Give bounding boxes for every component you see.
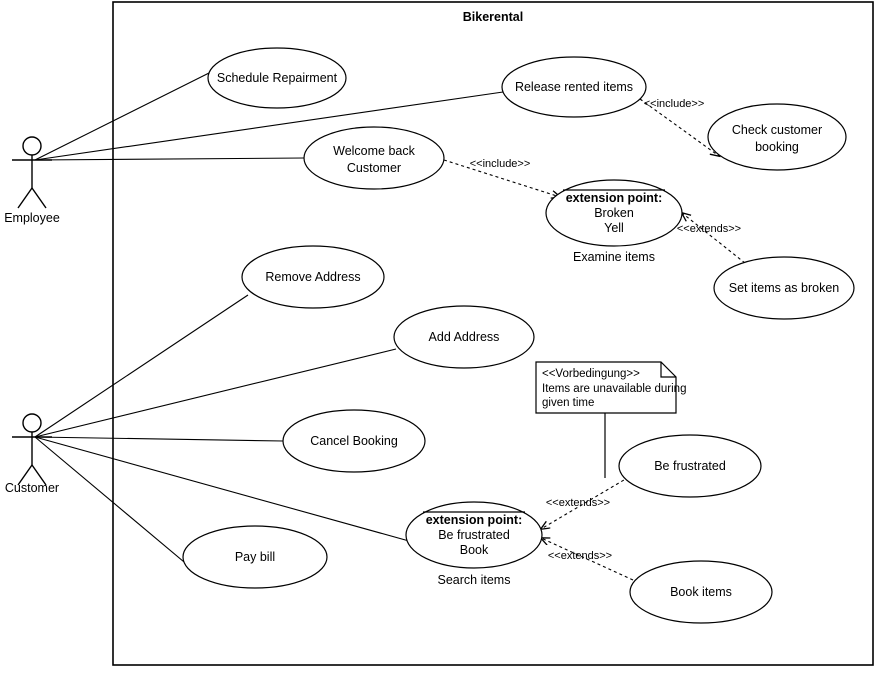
use-case-label-line1: Check customer: [732, 123, 822, 137]
actor-label: Employee: [4, 211, 60, 225]
use-case-label: Add Address: [429, 330, 500, 344]
dependency-set-broken-to-examine-items: [682, 213, 746, 264]
use-case-label: Cancel Booking: [310, 434, 398, 448]
use-case-label-line2: booking: [755, 140, 799, 154]
actor-head-icon: [22, 413, 42, 433]
use-case-welcome-back-customer[interactable]: Welcome back Customer: [303, 126, 445, 190]
use-case-name-label: Examine items: [573, 250, 655, 264]
actor-label: Customer: [5, 481, 59, 495]
actor-right-leg-icon: [31, 187, 47, 209]
use-case-label: Release rented items: [515, 80, 633, 94]
use-case-search-items[interactable]: extension point: Be frustrated Book Sear…: [405, 501, 543, 587]
extension-point-item-yell: Yell: [604, 221, 624, 235]
use-case-label: Book items: [670, 585, 732, 599]
association-employee-welcome-back-customer: [34, 157, 305, 161]
note-text-line1: Items are unavailable during: [542, 383, 686, 395]
actor-head-icon: [22, 136, 42, 156]
use-case-check-customer-booking[interactable]: Check customer booking: [707, 103, 847, 171]
label-extends-be-frustrated: <<extends>>: [546, 497, 610, 509]
use-case-label: Schedule Repairment: [217, 71, 338, 85]
actor-left-leg-icon: [17, 187, 33, 209]
use-case-add-address[interactable]: Add Address: [393, 305, 535, 369]
system-boundary-title: Bikerental: [463, 10, 523, 24]
use-case-label: Set items as broken: [729, 281, 840, 295]
use-case-schedule-repairment[interactable]: Schedule Repairment: [207, 47, 347, 109]
use-case-label: Remove Address: [265, 270, 360, 284]
note-stereotype: <<Vorbedingung>>: [542, 368, 640, 380]
association-customer-remove-address: [34, 294, 249, 438]
use-case-examine-items[interactable]: extension point: Broken Yell Examine ite…: [545, 179, 683, 264]
label-extends-book-items: <<extends>>: [548, 550, 612, 562]
use-case-be-frustrated[interactable]: Be frustrated: [618, 434, 762, 498]
extension-point-item-broken: Broken: [594, 206, 634, 220]
label-extends-set-broken: <<extends>>: [677, 223, 741, 235]
use-case-ellipse: [707, 103, 847, 171]
use-case-pay-bill[interactable]: Pay bill: [182, 525, 328, 589]
use-case-label: Be frustrated: [654, 459, 726, 473]
use-case-label-line1: Welcome back: [333, 144, 415, 158]
use-case-label-line2: Customer: [347, 161, 401, 175]
use-case-name-label: Search items: [438, 573, 511, 587]
association-customer-cancel-booking: [34, 436, 284, 442]
use-case-remove-address[interactable]: Remove Address: [241, 245, 385, 309]
use-case-ellipse: [303, 126, 445, 190]
label-include-welcome-examine: <<include>>: [470, 158, 531, 170]
extension-point-item-be-frustrated: Be frustrated: [438, 528, 510, 542]
extension-point-header: extension point:: [566, 191, 663, 205]
label-include-release-check: <<include>>: [644, 98, 705, 110]
use-case-diagram: Bikerental Check customer booking --> Ex…: [0, 0, 876, 673]
use-case-book-items[interactable]: Book items: [629, 560, 773, 624]
use-case-cancel-booking[interactable]: Cancel Booking: [282, 409, 426, 473]
association-customer-pay-bill: [34, 436, 197, 573]
use-case-label: Pay bill: [235, 550, 275, 564]
use-case-release-rented-items[interactable]: Release rented items: [501, 56, 647, 118]
extension-point-item-book: Book: [460, 543, 489, 557]
note-text-line2: given time: [542, 397, 594, 409]
use-case-set-items-as-broken[interactable]: Set items as broken: [713, 256, 855, 320]
extension-point-header: extension point:: [426, 513, 523, 527]
diagram-canvas: Bikerental Check customer booking --> Ex…: [4, 1, 874, 666]
actor-employee[interactable]: Employee: [4, 136, 60, 225]
note-vorbedingung[interactable]: <<Vorbedingung>> Items are unavailable d…: [535, 361, 686, 414]
